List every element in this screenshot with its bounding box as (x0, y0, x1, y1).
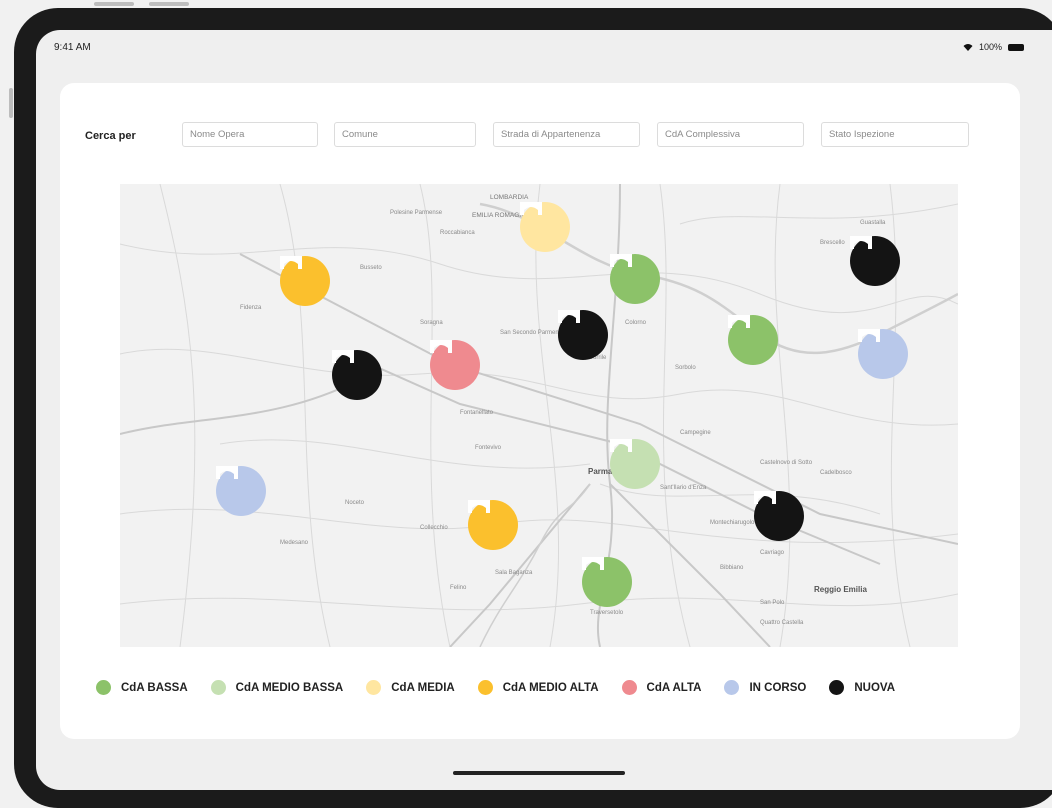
status-time: 9:41 AM (54, 42, 91, 53)
map-label-noceto: Noceto (345, 500, 365, 506)
stato-ispezione-input[interactable] (821, 122, 969, 147)
strada-appartenenza-input[interactable] (493, 122, 640, 147)
bridge-icon (332, 350, 354, 363)
map-marker-nuova[interactable] (754, 491, 804, 541)
legend-label-cda-medio-bassa: CdA MEDIO BASSA (235, 681, 344, 694)
map-label-colorno: Colorno (625, 320, 647, 326)
nome-opera-input[interactable] (182, 122, 318, 147)
legend-dot-nuova (829, 680, 845, 695)
battery-icon (1008, 43, 1024, 51)
map-background: LOMBARDIA EMILIA ROMAGNA Parma Reggio Em… (120, 184, 958, 647)
map-label-sala-baganza: Sala Baganza (495, 570, 533, 576)
search-label: Cerca per (85, 130, 136, 142)
legend-label-in-corso: IN CORSO (749, 681, 807, 694)
legend-dot-cda-alta (621, 680, 637, 695)
map-label-brescello: Brescello (820, 240, 845, 246)
map-marker-cda-alta[interactable] (430, 340, 480, 390)
map-label-san-secondo: San Secondo Parmense (500, 330, 566, 336)
map-label-lombardia: LOMBARDIA (490, 194, 529, 201)
map-label-medesano: Medesano (280, 540, 309, 546)
map-label-castelnovo-di-sotto: Castelnovo di Sotto (760, 460, 813, 466)
bridge-icon (558, 310, 580, 323)
tablet-frame: 9:41 AM 100% Cerca per Nome Opera Comune… (9, 2, 1052, 808)
map-marker-cda-medio-alta[interactable] (280, 256, 330, 306)
legend-dot-cda-medio-bassa (210, 680, 226, 695)
map-label-collecchio: Collecchio (420, 525, 448, 531)
map-marker-cda-bassa[interactable] (728, 315, 778, 365)
map-marker-cda-media[interactable] (520, 202, 570, 252)
bridge-icon (430, 340, 452, 353)
volume-button (9, 88, 13, 118)
legend-dot-in-corso (724, 680, 740, 695)
map-label-fontanellato: Fontanellato (460, 410, 494, 416)
legend-label-cda-media: CdA MEDIA (391, 681, 455, 694)
legend-label-cda-alta: CdA ALTA (646, 681, 702, 694)
bridge-icon (610, 439, 632, 452)
legend-label-nuova: NUOVA (854, 681, 896, 694)
legend-label-cda-bassa: CdA BASSA (121, 681, 188, 694)
map-marker-cda-bassa[interactable] (582, 557, 632, 607)
map-label-fontevivo: Fontevivo (475, 445, 502, 451)
map-label-busseto: Busseto (360, 265, 382, 271)
legend-item-in-corso: IN CORSO (724, 680, 806, 695)
legend-item-cda-medio-alta: CdA MEDIO ALTA (477, 680, 599, 695)
comune-input[interactable] (334, 122, 476, 147)
bridge-icon (728, 315, 750, 328)
map-label-traversetolo: Traversetolo (590, 610, 624, 616)
bridge-icon (850, 236, 872, 249)
cda-complessiva-input[interactable] (657, 122, 804, 147)
top-button-2 (149, 2, 189, 6)
map-label-guastalla: Guastalla (860, 220, 886, 226)
map-label-cavriago: Cavriago (760, 550, 785, 556)
legend-item-cda-alta: CdA ALTA (621, 680, 702, 695)
legend: CdA BASSA CdA MEDIO BASSA CdA MEDIA CdA … (96, 680, 976, 695)
status-indicators: 100% (963, 42, 1024, 52)
screen: 9:41 AM 100% Cerca per Nome Opera Comune… (36, 30, 1052, 790)
bridge-icon (582, 557, 604, 570)
legend-item-cda-bassa: CdA BASSA (96, 680, 188, 695)
map-marker-nuova[interactable] (850, 236, 900, 286)
bridge-icon (280, 256, 302, 269)
home-indicator (453, 771, 625, 775)
map-marker-cda-bassa[interactable] (610, 254, 660, 304)
map-marker-nuova[interactable] (332, 350, 382, 400)
map-marker-cda-medio-bassa[interactable] (610, 439, 660, 489)
bridge-icon (520, 202, 542, 215)
map-label-sant-ilario: Sant'Ilario d'Enza (660, 485, 707, 491)
map-label-bibbiano: Bibbiano (720, 565, 744, 571)
legend-item-nuova: NUOVA (829, 680, 895, 695)
map-label-montechiarugolo: Montechiarugolo (710, 520, 755, 526)
map-marker-cda-medio-alta[interactable] (468, 500, 518, 550)
map-marker-in-corso[interactable] (858, 329, 908, 379)
map-label-san-polo: San Polo (760, 600, 785, 606)
battery-percent: 100% (978, 42, 1002, 52)
map-label-reggio-emilia: Reggio Emilia (814, 585, 867, 594)
map-label-sorbolo: Sorbolo (675, 365, 696, 371)
map-marker-nuova[interactable] (558, 310, 608, 360)
map-label-parma: Parma (588, 467, 613, 476)
map-label-campegine: Campegine (680, 430, 711, 436)
map-label-cadelbosco: Cadelbosco (820, 470, 852, 476)
legend-item-cda-medio-bassa: CdA MEDIO BASSA (210, 680, 344, 695)
legend-dot-cda-bassa (96, 680, 111, 695)
bridge-icon (468, 500, 490, 513)
top-button (94, 2, 134, 6)
map-label-roccabianca: Roccabianca (440, 230, 475, 236)
legend-item-cda-media: CdA MEDIA (366, 680, 455, 695)
bridge-icon (858, 329, 880, 342)
bridge-icon (610, 254, 632, 267)
wifi-icon (963, 44, 973, 51)
legend-dot-cda-medio-alta (477, 680, 493, 695)
legend-dot-cda-media (366, 680, 382, 695)
bridge-icon (216, 466, 238, 479)
map-label-quattro-castella: Quattro Castella (760, 620, 804, 626)
map-label-fidenza: Fidenza (240, 305, 262, 311)
map-label-polesine: Polesine Parmense (390, 210, 443, 216)
map-label-soragna: Soragna (420, 320, 443, 326)
legend-label-cda-medio-alta: CdA MEDIO ALTA (502, 681, 599, 694)
map-view[interactable]: LOMBARDIA EMILIA ROMAGNA Parma Reggio Em… (120, 184, 958, 647)
bridge-icon (754, 491, 776, 504)
map-label-felino: Felino (450, 585, 467, 591)
map-marker-in-corso[interactable] (216, 466, 266, 516)
